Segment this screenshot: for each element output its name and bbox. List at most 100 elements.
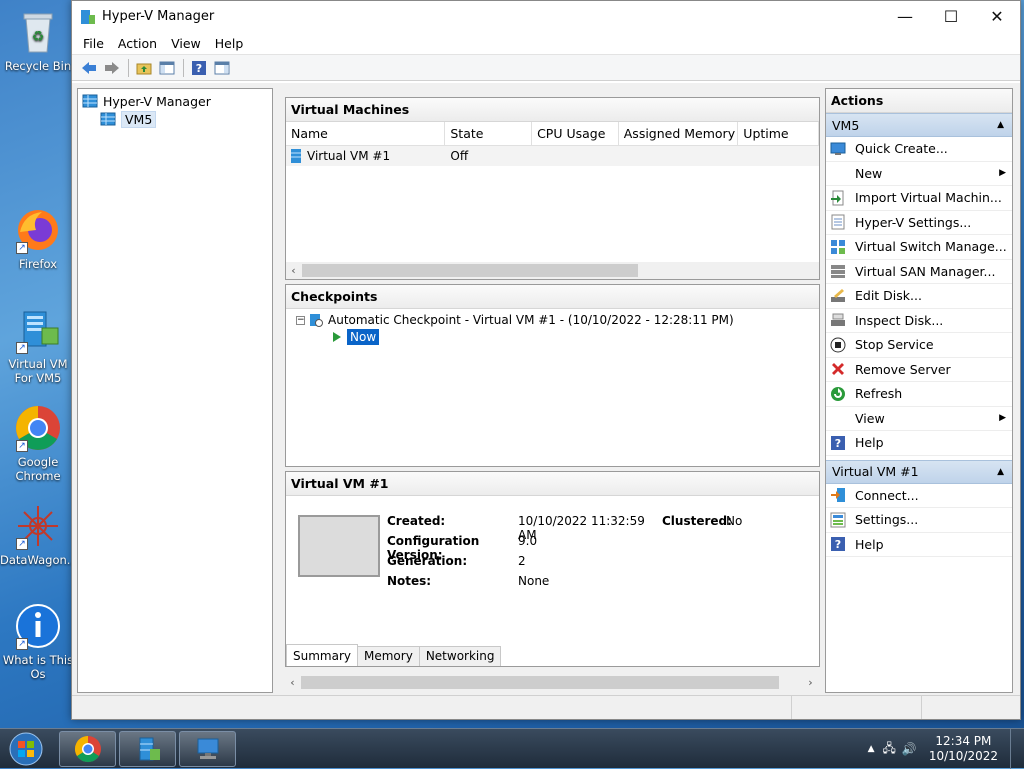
vm-thumbnail[interactable]: [298, 515, 380, 577]
action-inspect-disk[interactable]: Inspect Disk...: [826, 309, 1012, 333]
show-hidden-icons-icon[interactable]: ▲: [868, 744, 875, 754]
tab-memory[interactable]: Memory: [357, 646, 420, 666]
action-refresh[interactable]: Refresh: [826, 382, 1012, 407]
action-label: Settings...: [855, 512, 919, 528]
menu-file[interactable]: File: [76, 36, 111, 51]
column-header-state[interactable]: State: [445, 122, 533, 145]
column-header-cpu[interactable]: CPU Usage: [532, 122, 619, 145]
taskbar-hyperv[interactable]: [119, 731, 176, 767]
desktop-icon-virtual-vm[interactable]: ↗ Virtual VM For VM5: [0, 306, 76, 385]
action-pane-icon: [214, 61, 230, 74]
collapse-icon[interactable]: −: [296, 315, 305, 325]
show-hide-action-pane-button[interactable]: [211, 57, 233, 79]
desktop-icon-label: DataWagon...: [0, 553, 78, 567]
tab-summary[interactable]: Summary: [286, 644, 358, 666]
scrollbar-thumb[interactable]: [301, 676, 779, 689]
actions-group-vm5[interactable]: VM5 ▲: [826, 113, 1012, 137]
checkpoint-icon: [310, 314, 323, 327]
title-bar[interactable]: Hyper-V Manager — ☐ ✕: [72, 1, 1020, 32]
action-virtual-san-manager[interactable]: Virtual SAN Manager...: [826, 260, 1012, 284]
forward-arrow-icon: [105, 61, 119, 74]
config-version-value: 9.0: [518, 534, 538, 548]
shortcut-arrow-icon: ↗: [16, 242, 28, 254]
generation-value: 2: [518, 554, 526, 568]
help-toolbar-button[interactable]: ?: [188, 57, 210, 79]
desktop-icon-label: Virtual VM For VM5: [8, 357, 68, 385]
stop-icon: [830, 337, 846, 353]
collapse-up-icon[interactable]: ▲: [997, 467, 1004, 477]
tab-networking[interactable]: Networking: [418, 646, 502, 666]
volume-icon[interactable]: 🔊: [902, 742, 917, 756]
action-remove-server[interactable]: Remove Server: [826, 358, 1012, 382]
back-button[interactable]: [78, 57, 100, 79]
scroll-left-icon[interactable]: ‹: [285, 676, 300, 689]
console-tree: Hyper-V Manager VM5: [77, 88, 273, 693]
console-tree-icon: [159, 61, 175, 74]
desktop-icon-recycle-bin[interactable]: ♻ Recycle Bin: [0, 8, 76, 73]
action-settings[interactable]: Settings...: [826, 508, 1012, 533]
scroll-right-icon[interactable]: ›: [803, 676, 818, 689]
now-item[interactable]: Now: [332, 329, 380, 345]
center-horizontal-scrollbar[interactable]: ‹ ›: [285, 674, 820, 691]
action-virtual-switch-manage[interactable]: Virtual Switch Manage...: [826, 235, 1012, 260]
action-help[interactable]: ? Help: [826, 431, 1012, 456]
action-import-virtual-machin[interactable]: Import Virtual Machin...: [826, 186, 1012, 211]
desktop-icon-datawagon[interactable]: ↗ DataWagon...: [0, 502, 78, 567]
shortcut-arrow-icon: ↗: [16, 638, 28, 650]
vm-horizontal-scrollbar[interactable]: ‹: [286, 262, 819, 279]
menu-view[interactable]: View: [164, 36, 208, 51]
close-button[interactable]: ✕: [974, 1, 1020, 32]
scrollbar-thumb[interactable]: [302, 264, 638, 277]
clustered-label: Clustered:: [662, 514, 732, 528]
tree-item-vm5[interactable]: VM5: [82, 110, 268, 128]
column-header-name[interactable]: Name: [286, 122, 446, 145]
action-help[interactable]: ? Help: [826, 533, 1012, 557]
action-edit-disk[interactable]: Edit Disk...: [826, 284, 1012, 309]
hyperv-manager-window: Hyper-V Manager — ☐ ✕ File Action View H…: [71, 0, 1021, 720]
action-hyper-v-settings[interactable]: Hyper-V Settings...: [826, 211, 1012, 235]
clock[interactable]: 12:34 PM 10/10/2022: [921, 734, 1010, 764]
action-stop-service[interactable]: Stop Service: [826, 333, 1012, 358]
tree-item-label: VM5: [121, 110, 157, 128]
tree-item-hyperv-manager[interactable]: Hyper-V Manager: [82, 92, 268, 110]
action-connect[interactable]: Connect...: [826, 484, 1012, 508]
created-value: 10/10/2022 11:32:59 AM: [518, 514, 645, 542]
table-row[interactable]: Virtual VM #1 Off: [286, 146, 819, 166]
action-new[interactable]: New ▶: [826, 162, 1012, 186]
checkpoint-item[interactable]: − Automatic Checkpoint - Virtual VM #1 -…: [296, 313, 734, 327]
collapse-up-icon[interactable]: ▲: [997, 120, 1004, 130]
start-button[interactable]: [6, 731, 46, 767]
scroll-left-icon[interactable]: ‹: [286, 264, 301, 277]
play-icon: [333, 332, 341, 342]
details-tabs: Summary Memory Networking: [286, 644, 502, 666]
taskbar-network-app[interactable]: [179, 731, 236, 767]
server-icon: [100, 112, 116, 126]
desktop-icon-label: Google Chrome: [15, 455, 61, 483]
created-label: Created:: [387, 514, 446, 528]
minimize-button[interactable]: —: [882, 1, 928, 32]
show-desktop-button[interactable]: [1010, 729, 1024, 769]
action-quick-create[interactable]: Quick Create...: [826, 137, 1012, 162]
column-header-memory[interactable]: Assigned Memory: [619, 122, 739, 145]
menu-help[interactable]: Help: [208, 36, 251, 51]
column-header-uptime[interactable]: Uptime: [738, 122, 819, 145]
svg-text:?: ?: [835, 437, 841, 450]
system-tray: ▲ 🖧 🔊 12:34 PM 10/10/2022: [868, 729, 1024, 769]
svg-text:♻: ♻: [32, 29, 45, 45]
desktop-icon-firefox[interactable]: ↗ Firefox: [0, 206, 76, 271]
actions-group-virtual-vm[interactable]: Virtual VM #1 ▲: [826, 459, 1012, 484]
status-section: [72, 696, 792, 719]
show-hide-tree-button[interactable]: [156, 57, 178, 79]
forward-button[interactable]: [101, 57, 123, 79]
recycle-bin-icon: ♻: [14, 8, 62, 56]
config-version-label: Configuration Version:: [387, 534, 480, 562]
network-icon[interactable]: 🖧: [882, 739, 895, 760]
desktop-icon-what-is-this-os[interactable]: ↗ What is This Os: [0, 602, 76, 681]
menu-action[interactable]: Action: [111, 36, 164, 51]
maximize-button[interactable]: ☐: [928, 1, 974, 32]
taskbar-chrome[interactable]: [59, 731, 116, 767]
up-level-button[interactable]: [133, 57, 155, 79]
desktop-icon-chrome[interactable]: ↗ Google Chrome: [0, 404, 76, 483]
info-icon: ↗: [14, 602, 62, 650]
action-view[interactable]: View ▶: [826, 407, 1012, 431]
